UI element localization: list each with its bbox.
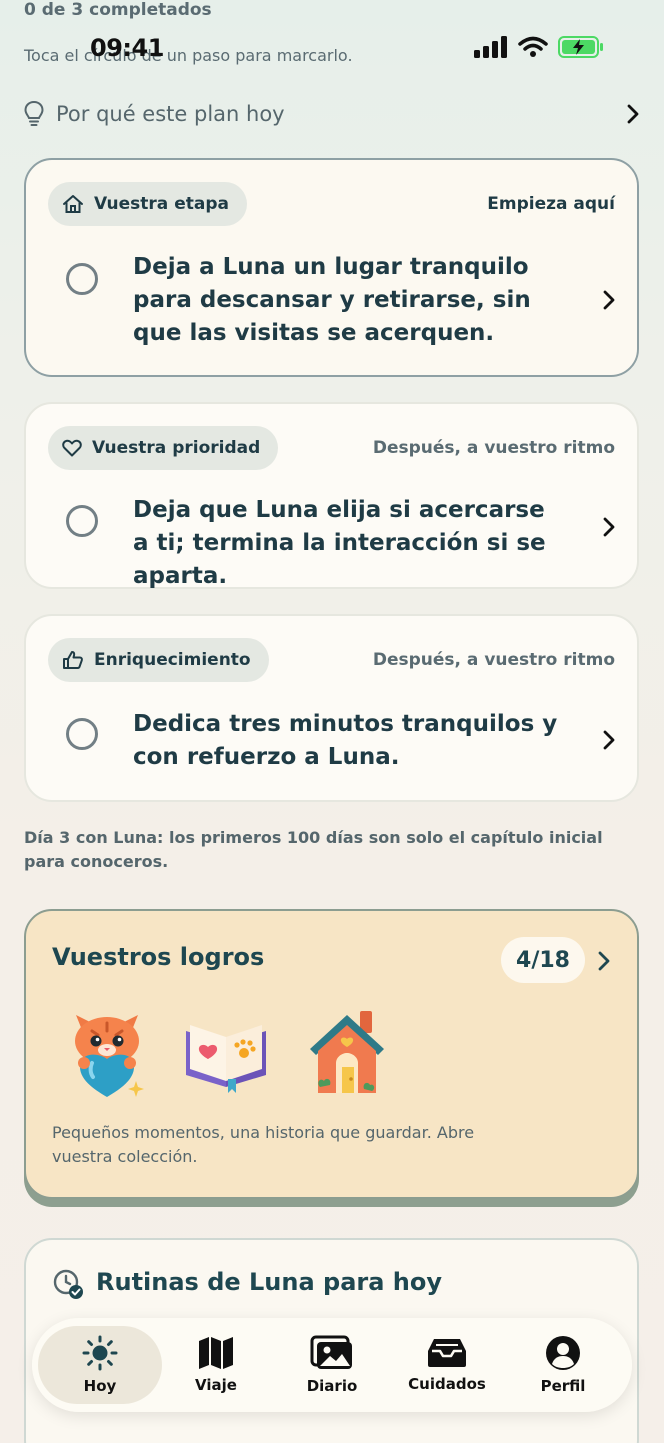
lightbulb-icon [24,100,44,126]
thumbs-up-icon [63,651,83,669]
chevron-right-icon [603,290,615,310]
chevron-right-icon [603,517,615,537]
sun-icon [82,1335,118,1371]
tab-label: Perfil [540,1377,586,1395]
progress-count: 0 de 3 completados [24,0,212,20]
achievements-count: 4/18 [501,937,585,983]
map-icon [199,1337,233,1369]
tab-label: Viaje [195,1376,237,1394]
step-tag: Empieza aquí [487,194,615,214]
step-text: Dedica tres minutos tranquilos y con ref… [133,711,558,770]
battery-icon [558,36,603,58]
step-chip: Vuestra etapa [48,182,247,226]
photo-icon [310,1335,352,1369]
wifi-icon [518,36,548,57]
heart-icon [62,439,82,457]
step-checkbox[interactable] [66,505,98,537]
tab-perfil[interactable]: Perfil [504,1326,622,1404]
step-card-2[interactable]: Vuestra prioridad Después, a vuestro rit… [24,402,639,589]
tab-label: Cuidados [408,1375,486,1393]
hint-text: Toca el círculo de un paso para marcarlo… [24,46,353,65]
step-card-3[interactable]: Enriquecimiento Después, a vuestro ritmo… [24,614,639,802]
tab-hoy[interactable]: Hoy [38,1326,162,1404]
achievements-card[interactable]: Vuestros logros 4/18 Pequeños momentos, … [24,909,639,1199]
step-chip-label: Vuestra etapa [94,194,229,214]
home-icon [63,195,83,213]
step-chip: Vuestra prioridad [48,426,279,470]
tab-label: Hoy [83,1377,117,1395]
cat-heart-badge-icon [75,1015,144,1097]
step-checkbox[interactable] [66,263,98,295]
step-text: Deja a Luna un lugar tranquilo para desc… [133,254,531,346]
tab-diario[interactable]: Diario [273,1326,391,1404]
house-badge-icon [310,1011,384,1093]
step-card-1[interactable]: Vuestra etapa Empieza aquí Deja a Luna u… [24,158,639,377]
tab-viaje[interactable]: Viaje [157,1326,275,1404]
step-chip: Enriquecimiento [48,638,269,682]
achievements-description: Pequeños momentos, una historia que guar… [52,1123,475,1166]
step-tag: Después, a vuestro ritmo [372,650,615,670]
status-time: 09:41 [90,34,164,62]
step-chip-label: Vuestra prioridad [92,438,261,458]
journal-badge-icon [186,1025,266,1093]
step-chip-label: Enriquecimiento [94,650,251,670]
chevron-right-icon [598,951,610,971]
why-plan-label: Por qué este plan hoy [56,102,285,126]
step-text: Deja que Luna elija si acercarse a ti; t… [133,497,546,589]
why-plan-row[interactable]: Por qué este plan hoy [24,96,640,132]
achievements-title: Vuestros logros [52,943,265,971]
routines-title: Rutinas de Luna para hoy [96,1268,442,1296]
tab-label: Diario [306,1377,358,1395]
day-note: Día 3 con Luna: los primeros 100 días so… [24,828,603,871]
status-icons [474,36,604,58]
chevron-right-icon [603,730,615,750]
clock-check-icon [53,1269,83,1299]
person-icon [546,1336,580,1370]
inbox-icon [428,1339,466,1367]
chevron-right-icon [627,104,639,124]
signal-icon [474,36,507,58]
tab-cuidados[interactable]: Cuidados [388,1326,506,1404]
step-tag: Después, a vuestro ritmo [372,438,615,458]
step-checkbox[interactable] [66,718,98,750]
tab-bar: Hoy Viaje Diario Cuidados Perfil [32,1318,632,1412]
